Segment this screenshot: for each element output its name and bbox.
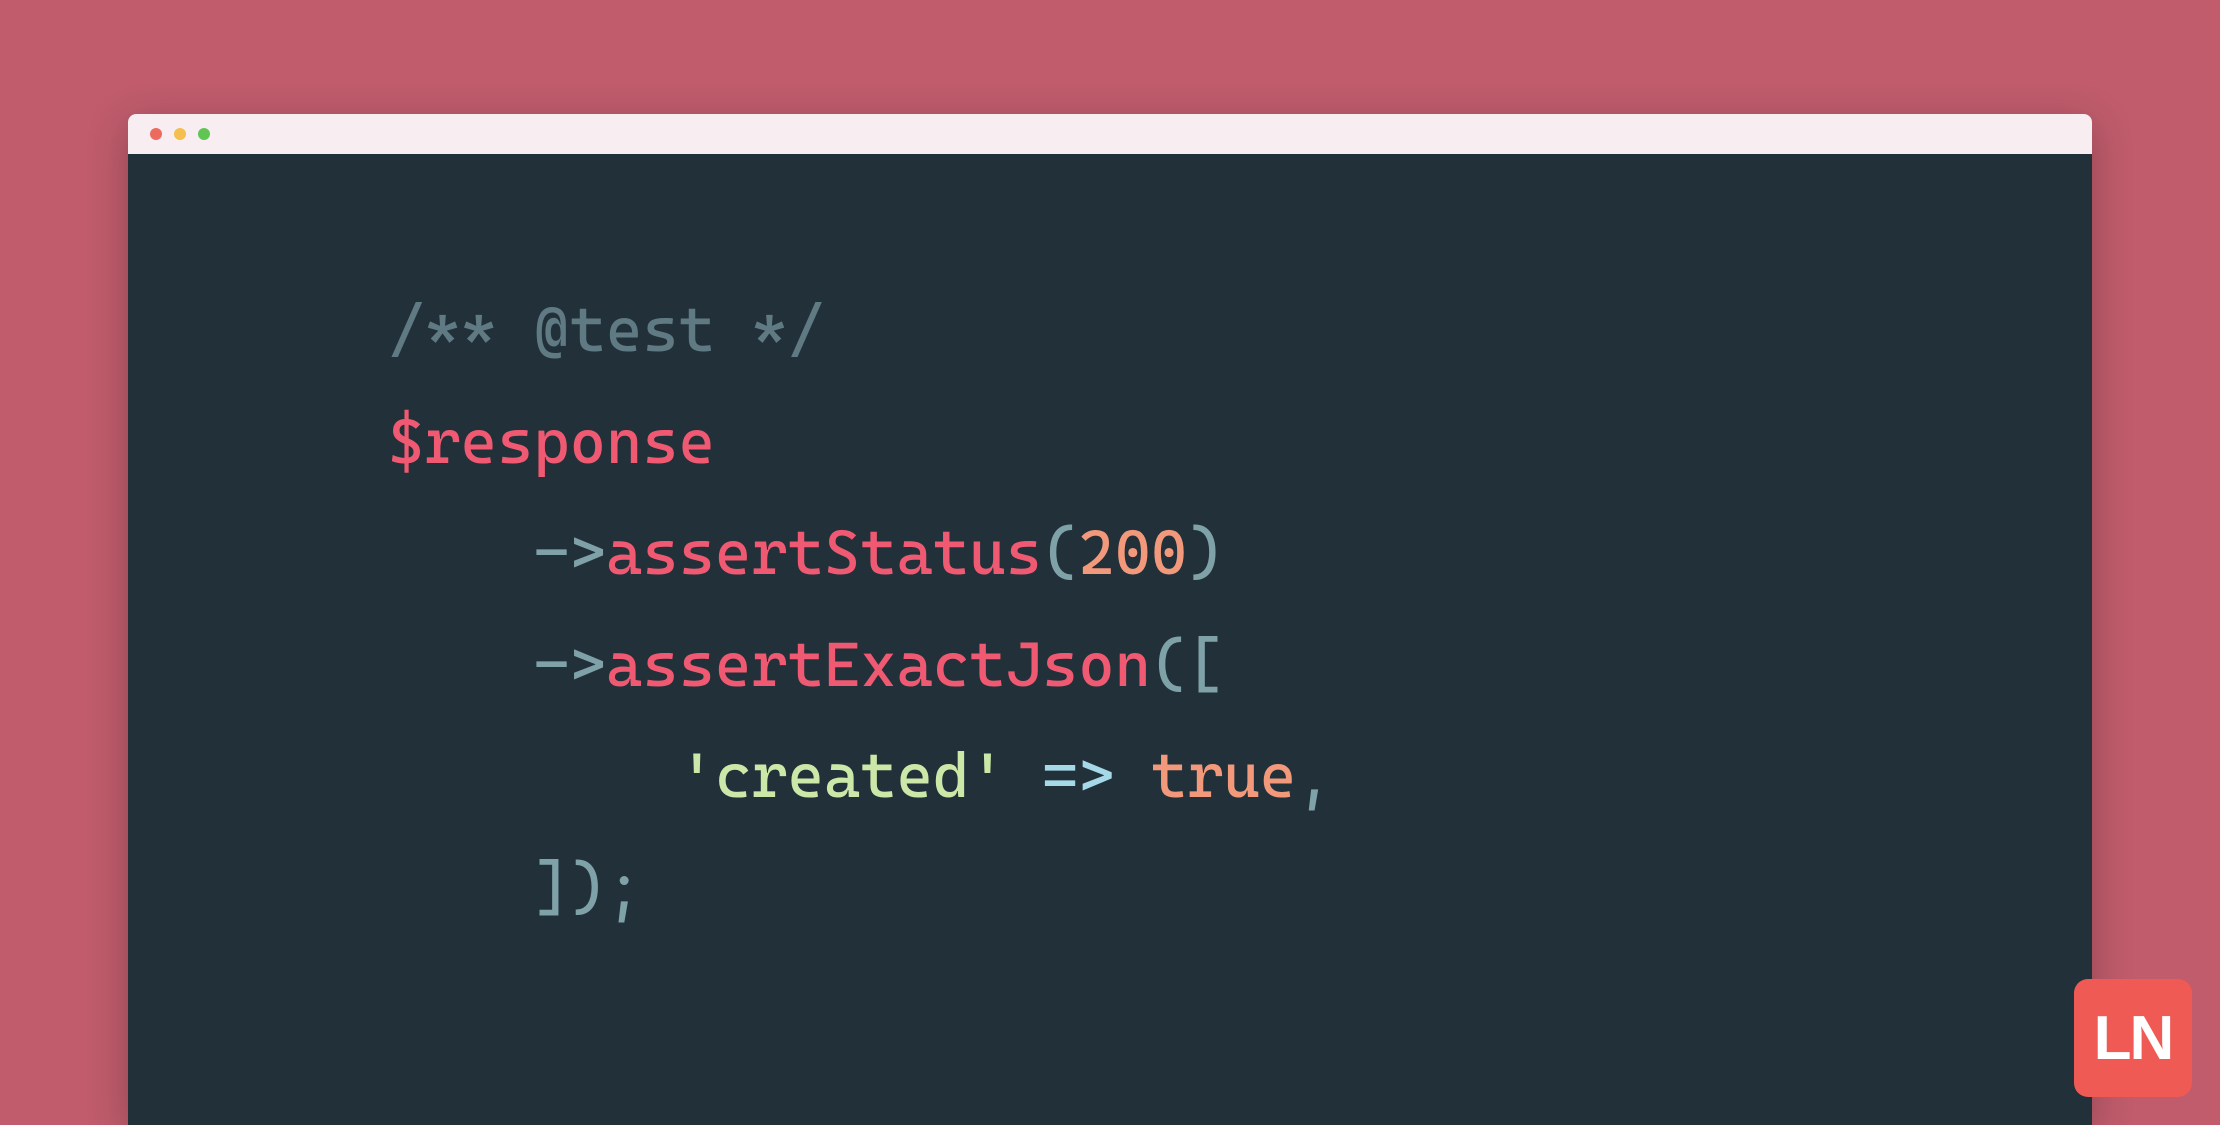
- code-paren-open: ([: [1151, 628, 1224, 701]
- code-indent: [388, 516, 533, 589]
- close-icon[interactable]: [150, 128, 162, 140]
- code-editor: /** @test */ $response ->assertStatus(20…: [128, 154, 2092, 944]
- code-string: 'created': [679, 739, 1006, 812]
- code-arrow-op: ->: [533, 516, 606, 589]
- minimize-icon[interactable]: [174, 128, 186, 140]
- code-boolean: true: [1151, 739, 1296, 812]
- code-indent: [388, 739, 679, 812]
- logo-text: LN: [2094, 1003, 2173, 1074]
- code-arrow-op: ->: [533, 628, 606, 701]
- window-title-bar: [128, 114, 2092, 154]
- code-comma: ,: [1296, 739, 1332, 812]
- code-fat-arrow: =>: [1042, 739, 1115, 812]
- code-method: assertStatus: [606, 516, 1042, 589]
- code-indent: [388, 628, 533, 701]
- editor-window: /** @test */ $response ->assertStatus(20…: [128, 114, 2092, 1125]
- code-number: 200: [1078, 516, 1187, 589]
- code-paren-close: ): [1187, 516, 1223, 589]
- code-paren-close: ]);: [533, 851, 642, 924]
- code-method: assertExactJson: [606, 628, 1151, 701]
- code-variable: $response: [388, 405, 715, 478]
- code-space: [1006, 739, 1042, 812]
- code-space: [1115, 739, 1151, 812]
- maximize-icon[interactable]: [198, 128, 210, 140]
- brand-logo: LN: [2074, 979, 2192, 1097]
- code-indent: [388, 851, 533, 924]
- code-comment: /** @test */: [388, 293, 824, 366]
- code-paren-open: (: [1042, 516, 1078, 589]
